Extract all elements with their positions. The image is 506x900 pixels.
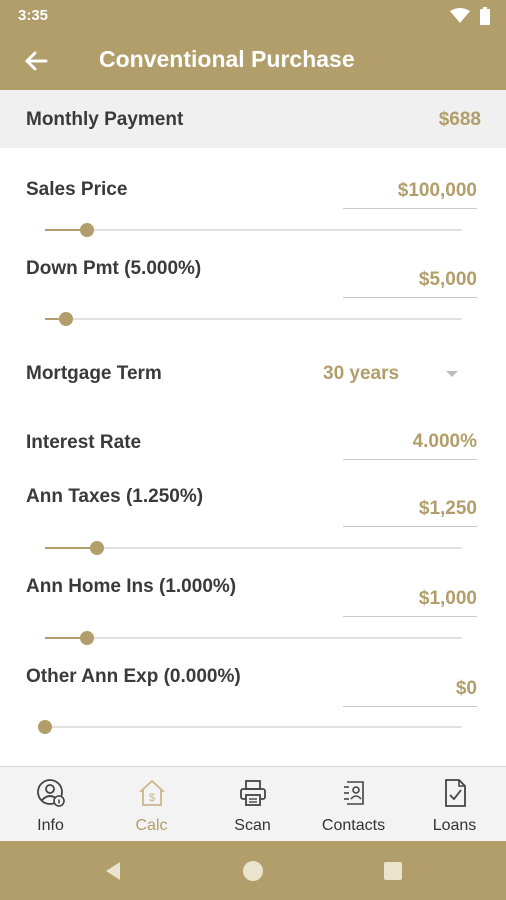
interest-rate-label: Interest Rate <box>26 432 142 453</box>
document-check-icon <box>445 779 466 807</box>
recents-square-icon[interactable] <box>381 859 405 883</box>
other-annual-expenses-value: $0 <box>455 678 477 699</box>
slider-track <box>45 726 462 728</box>
down-payment-field[interactable]: $5,000 <box>343 266 477 298</box>
nav-item-info[interactable]: Info <box>0 767 101 842</box>
wifi-icon <box>450 8 470 23</box>
nav-label: Contacts <box>321 817 386 834</box>
nav-item-loans[interactable]: Loans <box>404 767 505 842</box>
annual-taxes-label: Ann Taxes (1.250%) <box>26 486 204 507</box>
nav-item-scan[interactable]: Scan <box>202 767 303 842</box>
monthly-payment-value: $688 <box>438 109 481 130</box>
annual-taxes-field[interactable]: $1,250 <box>343 495 477 527</box>
other-annual-expenses-slider[interactable] <box>38 719 462 735</box>
status-time: 3:35 <box>18 7 49 24</box>
down-payment-label: Down Pmt (5.000%) <box>26 258 202 279</box>
mortgage-term-value: 30 years <box>323 363 400 384</box>
slider-track <box>45 229 462 231</box>
battery-icon <box>480 7 490 25</box>
system-nav-bar <box>0 841 506 900</box>
app-bar: Conventional Purchase <box>0 32 506 90</box>
user-info-icon <box>37 779 65 807</box>
down-payment-slider[interactable] <box>45 311 462 327</box>
slider-thumb[interactable] <box>90 541 105 555</box>
arrow-left-icon[interactable] <box>22 47 50 75</box>
annual-home-insurance-label: Ann Home Ins (1.000%) <box>26 576 237 597</box>
nav-label: Loans <box>432 817 477 834</box>
status-bar: 3:35 <box>0 0 506 32</box>
annual-taxes-value: $1,250 <box>418 498 477 519</box>
annual-taxes-slider[interactable] <box>45 540 462 556</box>
nav-label: Scan <box>234 817 271 834</box>
slider-thumb[interactable] <box>58 312 73 326</box>
slider-thumb[interactable] <box>79 223 94 237</box>
sales-price-slider[interactable] <box>45 222 462 238</box>
slider-track <box>45 637 462 639</box>
annual-home-insurance-value: $1,000 <box>418 588 477 609</box>
annual-home-insurance-slider[interactable] <box>45 630 462 646</box>
bottom-nav: Info $ Calc Scan Contacts Loans <box>0 766 506 841</box>
nav-label: Calc <box>135 817 168 834</box>
down-payment-value: $5,000 <box>418 269 477 290</box>
page-title: Conventional Purchase <box>99 46 355 72</box>
monthly-payment-summary: Monthly Payment $688 <box>0 90 506 148</box>
interest-rate-field[interactable]: 4.000% <box>343 428 477 460</box>
back-triangle-icon[interactable] <box>101 859 125 883</box>
house-dollar-icon: $ <box>139 779 165 806</box>
slider-thumb[interactable] <box>79 631 94 645</box>
nav-item-calc[interactable]: $ Calc <box>101 767 202 842</box>
slider-track <box>45 547 462 549</box>
interest-rate-value: 4.000% <box>412 431 477 452</box>
other-annual-expenses-field[interactable]: $0 <box>343 675 477 707</box>
home-circle-icon[interactable] <box>241 859 265 883</box>
mortgage-term-label: Mortgage Term <box>26 363 162 384</box>
annual-home-insurance-field[interactable]: $1,000 <box>343 585 477 617</box>
other-annual-expenses-label: Other Ann Exp (0.000%) <box>26 666 241 687</box>
sales-price-field[interactable]: $100,000 <box>343 177 477 209</box>
nav-item-contacts[interactable]: Contacts <box>303 767 404 842</box>
contacts-icon <box>344 781 364 805</box>
svg-text:$: $ <box>149 792 155 804</box>
printer-icon <box>240 780 266 806</box>
slider-thumb[interactable] <box>38 720 52 734</box>
nav-label: Info <box>37 817 64 834</box>
monthly-payment-label: Monthly Payment <box>26 109 184 130</box>
calculator-form: Sales Price $100,000 Down Pmt (5.000%) $… <box>0 148 506 766</box>
slider-track <box>45 318 462 320</box>
caret-down-icon <box>446 371 458 377</box>
sales-price-value: $100,000 <box>397 180 477 201</box>
sales-price-label: Sales Price <box>26 179 128 200</box>
